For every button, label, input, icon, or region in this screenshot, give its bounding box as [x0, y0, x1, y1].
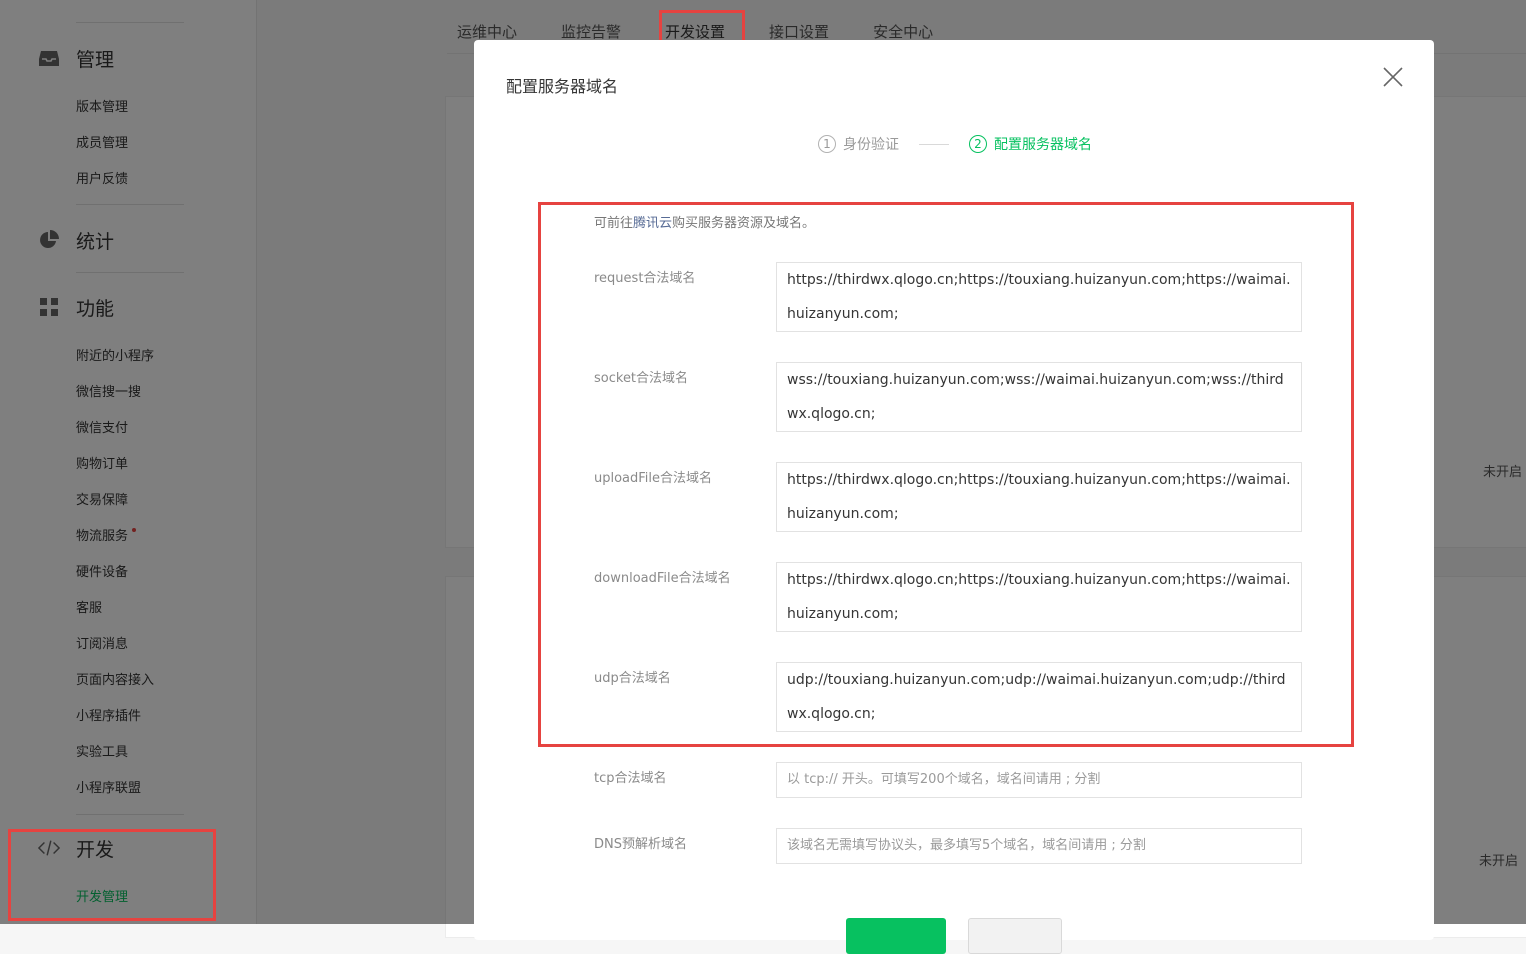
- step-label: 身份验证: [843, 137, 899, 153]
- highlight-box-fields: [538, 202, 1354, 747]
- step-number: 2: [969, 135, 987, 153]
- close-icon[interactable]: [1382, 66, 1404, 88]
- dns-domain-label: DNS预解析域名: [594, 837, 687, 852]
- domain-config-dialog: 配置服务器域名 1 身份验证 2 配置服务器域名 可前往腾讯云购买服务器资源及域…: [474, 40, 1434, 954]
- step-identity: 1 身份验证: [818, 134, 899, 154]
- tcp-domain-input[interactable]: 以 tcp:// 开头。可填写200个域名，域名间请用 ; 分割: [776, 762, 1302, 798]
- tcp-domain-label: tcp合法域名: [594, 771, 667, 786]
- dns-domain-input[interactable]: 该域名无需填写协议头，最多填写5个域名，域名间请用 ; 分割: [776, 828, 1302, 864]
- step-domain: 2 配置服务器域名: [969, 134, 1092, 154]
- dialog-title: 配置服务器域名: [506, 77, 619, 96]
- step-connector: [919, 143, 949, 145]
- cancel-button[interactable]: [968, 918, 1062, 954]
- confirm-button[interactable]: [846, 918, 946, 954]
- highlight-box-sidebar: [8, 829, 216, 921]
- stepper: 1 身份验证 2 配置服务器域名: [818, 134, 1092, 154]
- step-number: 1: [818, 135, 836, 153]
- step-label: 配置服务器域名: [994, 137, 1092, 153]
